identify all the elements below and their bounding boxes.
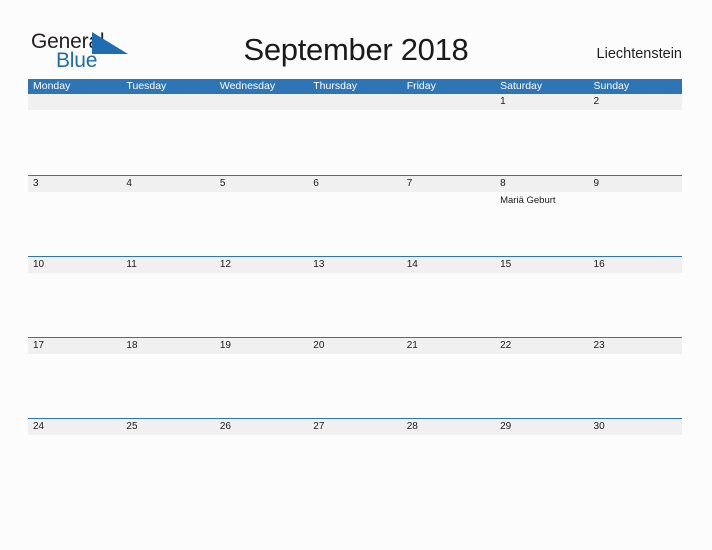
day-cell[interactable]	[495, 354, 588, 418]
day-cell[interactable]	[589, 192, 682, 256]
week-date-band: 1 2	[28, 94, 682, 110]
day-number[interactable]: 20	[308, 338, 401, 354]
day-number[interactable]: 6	[308, 176, 401, 192]
day-cell[interactable]	[402, 192, 495, 256]
day-number[interactable]	[215, 94, 308, 110]
weekday-header-row: Monday Tuesday Wednesday Thursday Friday…	[28, 79, 682, 94]
day-cell[interactable]: Mariä Geburt	[495, 192, 588, 256]
day-number[interactable]: 12	[215, 257, 308, 273]
day-number[interactable]: 3	[28, 176, 121, 192]
day-number[interactable]: 14	[402, 257, 495, 273]
weekday-header-sunday: Sunday	[593, 80, 630, 92]
day-number[interactable]: 22	[495, 338, 588, 354]
weekday-header-tuesday: Tuesday	[126, 80, 167, 92]
weekday-header-monday: Monday	[33, 80, 71, 92]
day-number[interactable]: 23	[589, 338, 682, 354]
day-number[interactable]: 16	[589, 257, 682, 273]
day-cell[interactable]	[308, 192, 401, 256]
week-date-band: 24 25 26 27 28 29 30	[28, 418, 682, 435]
calendar-week-row: 10 11 12 13 14 15 16	[28, 256, 682, 337]
day-number[interactable]: 4	[121, 176, 214, 192]
week-event-band: Mariä Geburt	[28, 192, 682, 256]
day-number[interactable]: 24	[28, 419, 121, 435]
day-cell[interactable]	[402, 110, 495, 174]
day-number[interactable]: 1	[495, 94, 588, 110]
day-number[interactable]: 8	[495, 176, 588, 192]
day-number[interactable]: 28	[402, 419, 495, 435]
calendar-week-row: 1 2	[28, 94, 682, 175]
week-date-band: 10 11 12 13 14 15 16	[28, 256, 682, 273]
weekday-header-thursday: Thursday	[313, 80, 358, 92]
day-number[interactable]: 2	[589, 94, 682, 110]
day-cell[interactable]	[28, 110, 121, 174]
day-cell[interactable]	[215, 192, 308, 256]
day-cell[interactable]	[589, 354, 682, 418]
day-number[interactable]: 17	[28, 338, 121, 354]
week-date-band: 17 18 19 20 21 22 23	[28, 337, 682, 354]
day-cell[interactable]	[495, 273, 588, 337]
day-cell[interactable]	[308, 273, 401, 337]
day-cell[interactable]	[308, 354, 401, 418]
day-number[interactable]: 25	[121, 419, 214, 435]
day-number[interactable]: 10	[28, 257, 121, 273]
week-date-band: 3 4 5 6 7 8 9	[28, 175, 682, 192]
calendar-week-row: 24 25 26 27 28 29 30	[28, 418, 682, 499]
day-cell[interactable]	[402, 354, 495, 418]
day-cell[interactable]	[121, 273, 214, 337]
day-number[interactable]: 15	[495, 257, 588, 273]
day-cell[interactable]	[121, 110, 214, 174]
day-cell[interactable]	[589, 435, 682, 499]
day-event-label: Mariä Geburt	[500, 195, 556, 206]
day-cell[interactable]	[215, 273, 308, 337]
country-label: Liechtenstein	[596, 46, 682, 62]
day-number[interactable]	[402, 94, 495, 110]
day-cell[interactable]	[215, 435, 308, 499]
day-number[interactable]: 27	[308, 419, 401, 435]
day-cell[interactable]	[495, 110, 588, 174]
weekday-header-friday: Friday	[406, 80, 436, 92]
day-cell[interactable]	[215, 354, 308, 418]
day-number[interactable]: 9	[589, 176, 682, 192]
day-cell[interactable]	[28, 354, 121, 418]
week-event-band	[28, 354, 682, 418]
day-number[interactable]	[121, 94, 214, 110]
day-number[interactable]	[308, 94, 401, 110]
week-event-band	[28, 435, 682, 499]
day-cell[interactable]	[308, 435, 401, 499]
day-cell[interactable]	[28, 192, 121, 256]
day-cell[interactable]	[589, 110, 682, 174]
day-cell[interactable]	[589, 273, 682, 337]
day-number[interactable]	[28, 94, 121, 110]
calendar-grid: Monday Tuesday Wednesday Thursday Friday…	[28, 79, 682, 499]
day-cell[interactable]	[28, 273, 121, 337]
day-cell[interactable]	[495, 435, 588, 499]
calendar-week-row: 17 18 19 20 21 22 23	[28, 337, 682, 418]
day-cell[interactable]	[121, 435, 214, 499]
day-cell[interactable]	[215, 110, 308, 174]
day-number[interactable]: 13	[308, 257, 401, 273]
day-number[interactable]: 7	[402, 176, 495, 192]
day-cell[interactable]	[121, 192, 214, 256]
week-event-band	[28, 273, 682, 337]
day-cell[interactable]	[402, 273, 495, 337]
calendar-week-row: 3 4 5 6 7 8 9 Mariä Geburt	[28, 175, 682, 256]
day-cell[interactable]	[121, 354, 214, 418]
day-number[interactable]: 5	[215, 176, 308, 192]
page-header: General Blue September 2018 Liechtenstei…	[0, 0, 712, 79]
day-number[interactable]: 19	[215, 338, 308, 354]
day-cell[interactable]	[308, 110, 401, 174]
weekday-header-wednesday: Wednesday	[219, 80, 276, 92]
day-number[interactable]: 26	[215, 419, 308, 435]
day-number[interactable]: 29	[495, 419, 588, 435]
weekday-header-saturday: Saturday	[500, 80, 543, 92]
day-cell[interactable]	[402, 435, 495, 499]
day-cell[interactable]	[28, 435, 121, 499]
day-number[interactable]: 11	[121, 257, 214, 273]
day-number[interactable]: 30	[589, 419, 682, 435]
day-number[interactable]: 21	[402, 338, 495, 354]
week-event-band	[28, 110, 682, 174]
day-number[interactable]: 18	[121, 338, 214, 354]
